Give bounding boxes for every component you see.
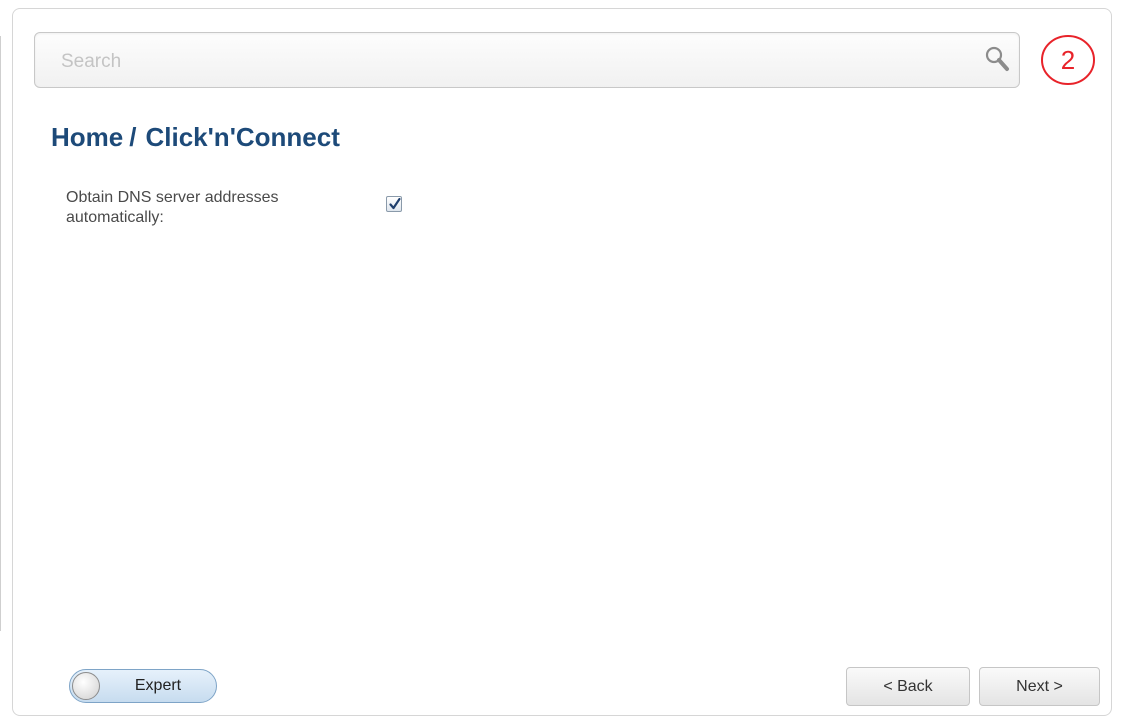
back-button[interactable]: < Back (846, 667, 970, 706)
step-number: 2 (1060, 45, 1076, 75)
search-bar[interactable] (34, 32, 1020, 88)
search-icon[interactable] (983, 45, 1011, 73)
search-input[interactable] (59, 47, 943, 77)
breadcrumb: Home / Click'n'Connect (51, 122, 340, 153)
main-panel (12, 8, 1112, 716)
toggle-knob[interactable] (72, 672, 100, 700)
breadcrumb-separator: / (129, 122, 137, 152)
expert-toggle-label: Expert (134, 677, 182, 694)
window-edge-line (0, 36, 1, 631)
checkmark-icon (389, 197, 401, 210)
expert-mode-toggle[interactable]: Expert (69, 669, 217, 703)
dns-auto-checkbox[interactable] (386, 196, 402, 212)
page-title: Click'n'Connect (145, 122, 340, 152)
next-button[interactable]: Next > (979, 667, 1100, 706)
breadcrumb-home[interactable]: Home (51, 122, 123, 152)
dns-auto-label: Obtain DNS server addresses automaticall… (66, 189, 279, 226)
